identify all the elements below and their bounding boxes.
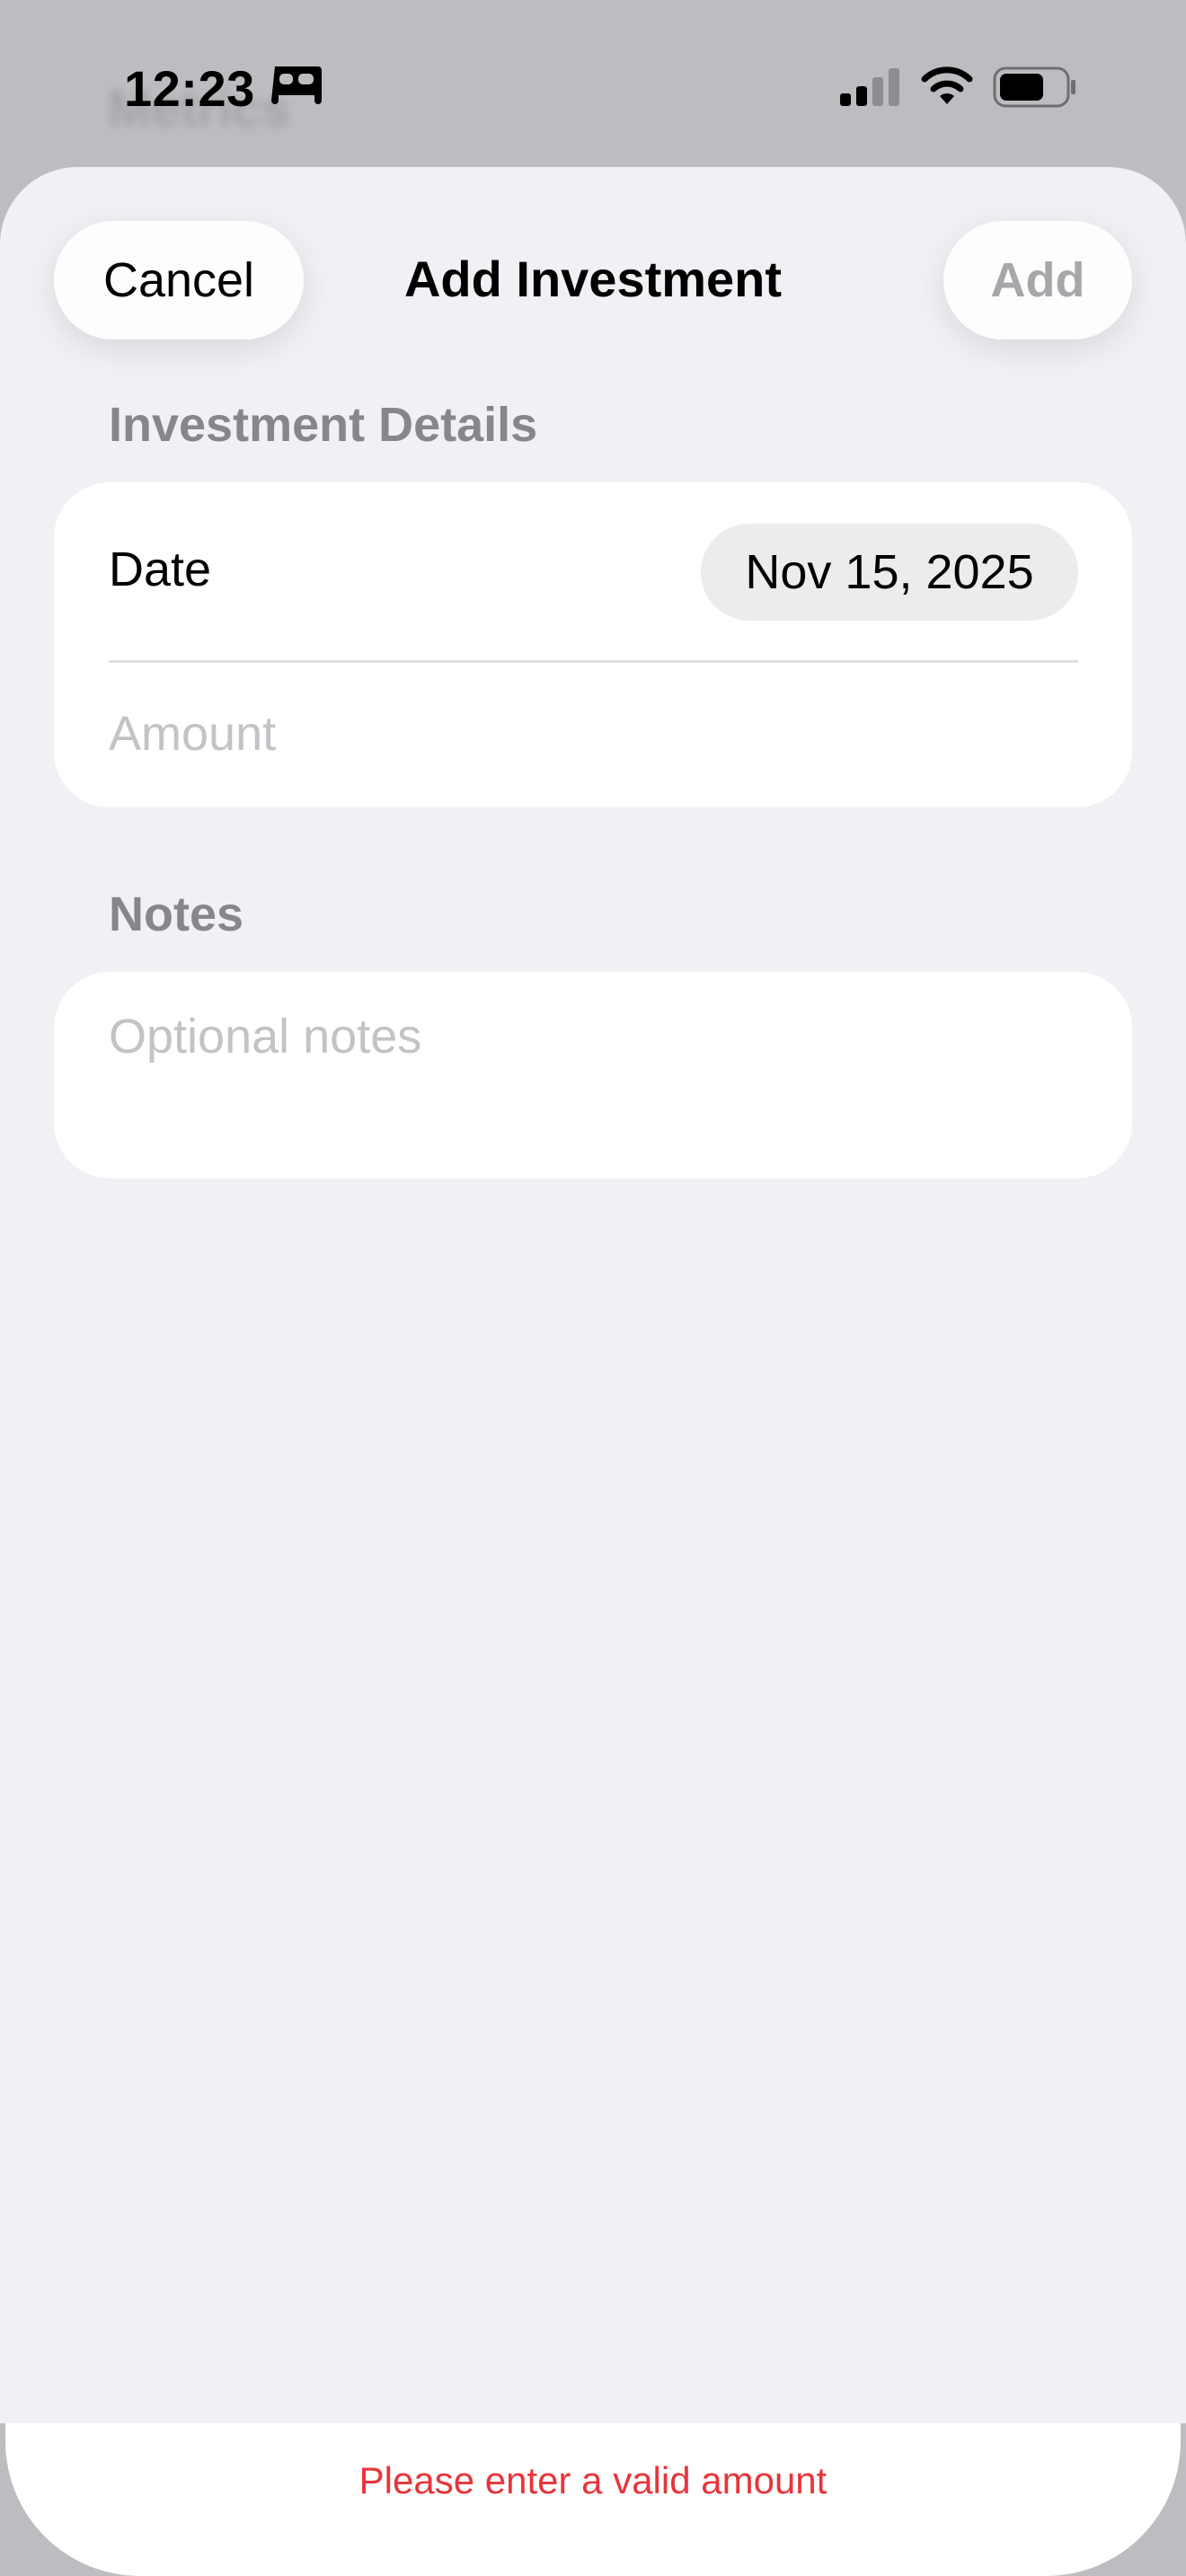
row-divider — [109, 660, 1078, 663]
status-time: 12:23 — [124, 60, 255, 117]
notes-header: Notes — [109, 887, 244, 941]
battery-icon — [993, 66, 1075, 108]
status-bar: 12:23 — [0, 0, 1186, 171]
notes-field[interactable] — [109, 1006, 1079, 1141]
bed-icon — [271, 66, 322, 104]
investment-details-card: Date Nov 15, 2025 — [54, 482, 1132, 807]
validation-error-message: Please enter a valid amount — [358, 2459, 828, 2501]
notes-card — [54, 972, 1132, 1178]
date-label: Date — [109, 543, 212, 596]
add-investment-sheet: Cancel Add Investment Add Investment Det… — [0, 167, 1186, 2576]
amount-field[interactable] — [109, 689, 1079, 779]
investment-details-header: Investment Details — [109, 398, 538, 452]
wifi-icon — [921, 66, 973, 104]
validation-panel: Please enter a valid amount — [5, 2423, 1181, 2576]
cellular-signal-icon — [840, 68, 899, 106]
bottom-area: Please enter a valid amount — [0, 2423, 1186, 2576]
add-button[interactable]: Add — [943, 221, 1132, 340]
date-picker[interactable]: Nov 15, 2025 — [701, 524, 1078, 621]
